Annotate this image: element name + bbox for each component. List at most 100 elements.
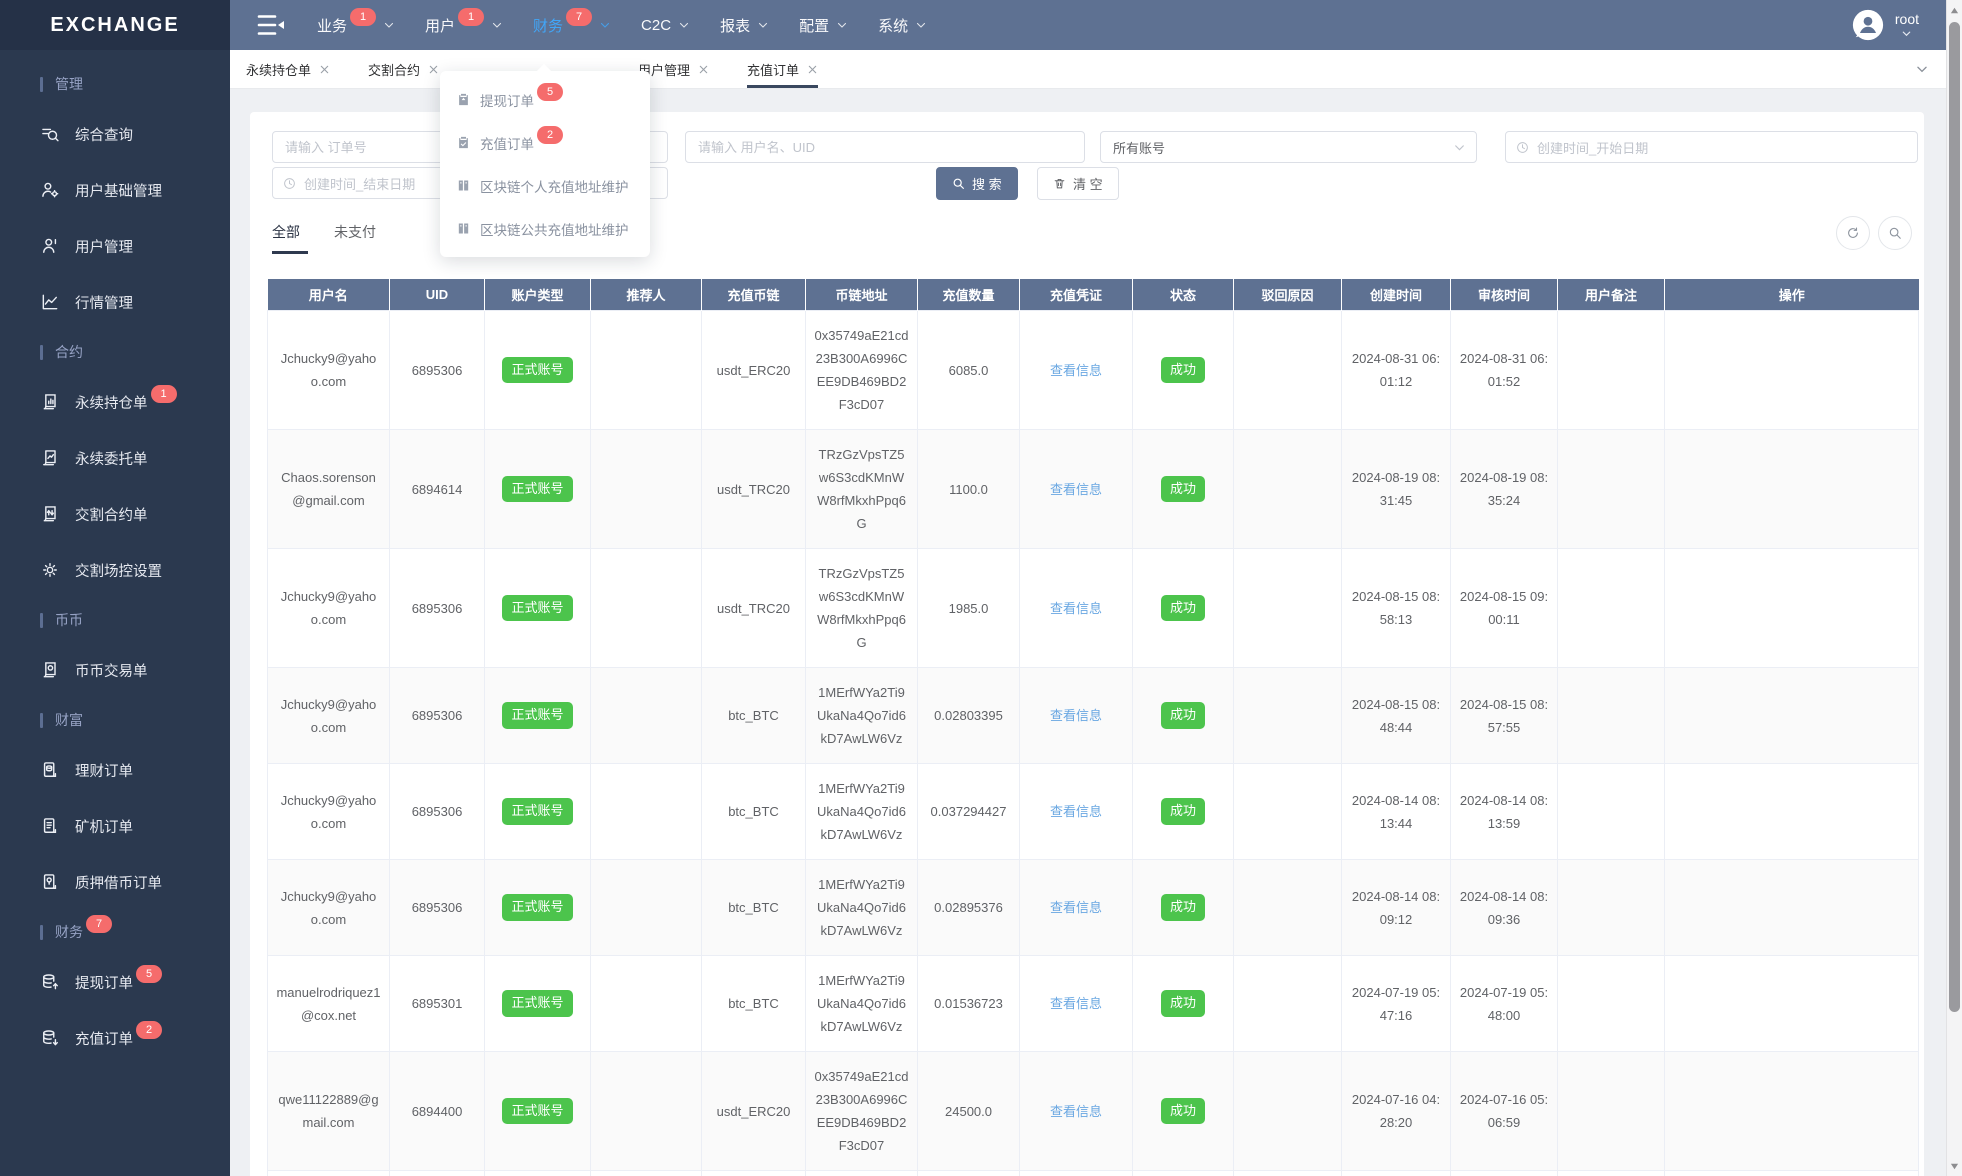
view-info-link[interactable]: 查看信息 [1050,482,1102,497]
notification-badge: 5 [136,965,162,983]
menu-collapse-icon[interactable] [256,12,286,38]
status-tab-未支付[interactable]: 未支付 [334,222,376,254]
sidebar-item-行情管理[interactable]: 行情管理 [40,274,230,330]
refresh-button[interactable] [1836,216,1870,250]
sidebar-item-矿机订单[interactable]: 矿机订单 [40,798,230,854]
reject-reason-cell [1233,763,1342,860]
sidebar-item-永续委托单[interactable]: 永续委托单 [40,430,230,486]
zoom-button[interactable] [1878,216,1912,250]
nav-item-label: 用户 [425,17,456,35]
nav-item-配置[interactable]: 配置 [784,0,863,50]
account-type-badge: 正式账号 [502,894,573,921]
created-at-cell: 2024-07-08 09:38:49 [1341,1170,1451,1176]
remark-cell [1557,955,1665,1052]
vertical-scrollbar[interactable] [1946,0,1962,1176]
username-uid-input[interactable] [685,131,1085,163]
nav-item-C2C[interactable]: C2C [626,0,705,50]
nav-item-财务[interactable]: 财务 7 [518,0,626,50]
view-info-link[interactable]: 查看信息 [1050,363,1102,378]
user-cell: Jchucky9@yahoo.com [267,548,390,668]
referrer-cell [590,1170,702,1176]
chevron-down-icon [599,19,611,31]
tab-充值订单[interactable]: 充值订单 [747,50,819,88]
user-cell: manuelrodriquez1@cox.net [267,955,390,1052]
coin-cell: usdt_TRC20 [701,429,806,549]
sidebar-section-title: 币币 [55,612,83,628]
view-info-link[interactable]: 查看信息 [1050,804,1102,819]
notification-badge: 5 [537,82,563,101]
address-cell: 1MErfWYa2Ti9UkaNa4Qo7id6kD7AwLW6Vz [805,1170,918,1176]
view-info-link[interactable]: 查看信息 [1050,1104,1102,1119]
close-icon[interactable] [698,64,709,75]
nav-item-系统[interactable]: 系统 [863,0,942,50]
app-window: EXCHANGE 管理 综合查询 用户基础管理 用户管理 行情管理 合约 永续持仓单 1 永续委… [0,0,1962,1176]
view-info-link[interactable]: 查看信息 [1050,996,1102,1011]
account-type-cell: 正式账号 [484,548,591,668]
account-type-cell: 正式账号 [484,310,591,430]
account-type-cell: 正式账号 [484,859,591,956]
nav-menu: 业务 1 用户 1 财务 7 C2C 报表 配置 系统 [302,0,942,50]
dropdown-item-充值订单[interactable]: 充值订单 2 [440,121,650,164]
sidebar-item-label: 综合查询 [75,127,133,144]
sidebar-item-质押借币订单[interactable]: 质押借币订单 [40,854,230,910]
close-icon[interactable] [319,64,330,75]
uid-cell: 6895306 [389,859,485,956]
sidebar-item-用户管理[interactable]: 用户管理 [40,218,230,274]
scroll-up-arrow-icon[interactable] [1947,2,1962,18]
sidebar-item-交割场控设置[interactable]: 交割场控设置 [40,542,230,598]
refresh-icon [1846,226,1860,240]
sidebar-item-提现订单[interactable]: 提现订单 5 [40,954,230,1010]
sidebar-item-永续持仓单[interactable]: 永续持仓单 1 [40,374,230,430]
avatar[interactable] [1851,8,1885,42]
scroll-down-arrow-icon[interactable] [1947,1158,1962,1174]
amount-cell: 0.02895376 [917,859,1020,956]
dropdown-item-区块链公共充值地址维护[interactable]: 区块链公共充值地址维护 [440,207,650,250]
order-no-input[interactable] [272,131,460,163]
chevron-down-icon [678,19,690,31]
sidebar-item-交割合约单[interactable]: 交割合约单 [40,486,230,542]
sidebar-item-充值订单[interactable]: 充值订单 2 [40,1010,230,1066]
sidebar-item-label: 提现订单 [75,975,133,992]
dropdown-item-提现订单[interactable]: 提现订单 5 [440,78,650,121]
nav-item-label: C2C [641,16,672,34]
sidebar-item-理财订单[interactable]: 理财订单 [40,742,230,798]
close-icon[interactable] [428,64,439,75]
account-type-cell: 正式账号 [484,763,591,860]
sidebar-item-币币交易单[interactable]: 币币交易单 [40,642,230,698]
search-button[interactable]: 搜 索 [936,167,1018,200]
uid-cell: 6895254 [389,1170,485,1176]
action-cell [1664,955,1919,1052]
sidebar-section-财富: 财富 [40,698,230,742]
chevron-down-icon [836,19,848,31]
date-start-input[interactable]: 创建时间_开始日期 [1505,131,1918,163]
user-gear-icon [40,180,60,200]
user-menu[interactable]: root [1895,11,1919,38]
scrollbar-thumb[interactable] [1949,22,1960,1012]
nav-item-业务[interactable]: 业务 1 [302,0,410,50]
date-start-placeholder: 创建时间_开始日期 [1537,140,1649,156]
book-icon [456,221,471,236]
close-icon[interactable] [807,64,818,75]
nav-item-报表[interactable]: 报表 [705,0,784,50]
nav-item-用户[interactable]: 用户 1 [410,0,518,50]
chart-icon [40,292,60,312]
search-icon [952,177,965,190]
view-info-link[interactable]: 查看信息 [1050,708,1102,723]
account-type-select[interactable]: 所有账号 [1100,131,1477,163]
dropdown-item-label: 充值订单 [480,136,534,152]
user-cell: Jchucky9@yahoo.com [267,667,390,764]
dropdown-item-区块链个人充值地址维护[interactable]: 区块链个人充值地址维护 [440,164,650,207]
tab-永续持仓单[interactable]: 永续持仓单 [246,50,330,88]
sidebar-item-综合查询[interactable]: 综合查询 [40,106,230,162]
clipboard-up-icon [456,92,471,107]
status-cell: 成功 [1132,955,1234,1052]
clear-button[interactable]: 清 空 [1037,167,1119,200]
view-info-link[interactable]: 查看信息 [1050,601,1102,616]
tabbar-more-button[interactable] [1903,50,1941,88]
address-cell: TRzGzVpsTZ5w6S3cdKMnWW8rfMkxhPpq6G [805,548,918,668]
address-cell: 1MErfWYa2Ti9UkaNa4Qo7id6kD7AwLW6Vz [805,955,918,1052]
created-at-cell: 2024-08-14 08:13:44 [1341,763,1451,860]
status-tab-全部[interactable]: 全部 [272,222,308,254]
sidebar-item-用户基础管理[interactable]: 用户基础管理 [40,162,230,218]
view-info-link[interactable]: 查看信息 [1050,900,1102,915]
